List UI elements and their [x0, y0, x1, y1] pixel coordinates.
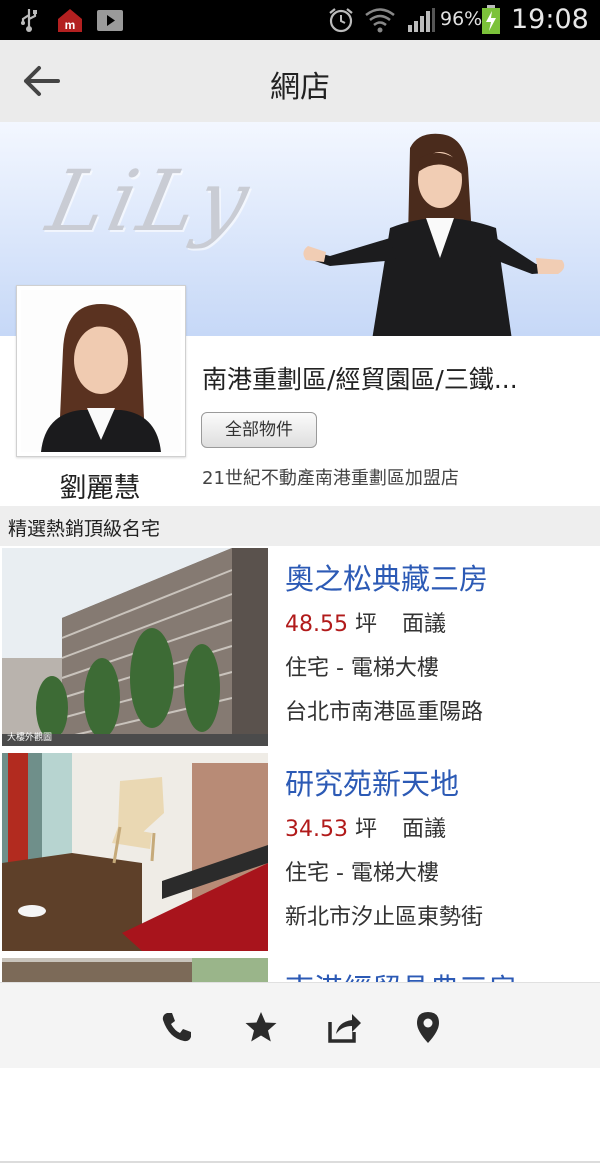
listing-address: 台北市南港區重陽路 — [285, 700, 484, 725]
listing-type: 住宅 - 電梯大樓 — [285, 656, 439, 681]
bottom-action-bar — [0, 982, 600, 1068]
action-bar: 網店 — [0, 40, 600, 122]
section-header: 精選熱銷頂級名宅 — [0, 506, 600, 547]
listing-size: 34.53 坪 面議 — [285, 811, 446, 843]
photo-caption: 大樓外觀圖 — [7, 733, 53, 743]
listing-item[interactable]: 研究苑新天地 34.53 坪 面議 住宅 - 電梯大樓 新北市汐止區東勢街 — [0, 751, 600, 958]
listing-photo: 大樓外觀圖 — [2, 548, 268, 746]
page-title: 網店 — [270, 70, 330, 105]
store-title: 南港重劃區/經貿園區/三鐵... — [202, 365, 518, 394]
listing-title: 奧之松典藏三房 — [285, 562, 489, 596]
listing-photo — [2, 753, 268, 951]
listing-type: 住宅 - 電梯大樓 — [285, 861, 439, 886]
clock: 19:08 — [511, 4, 589, 35]
alarm-icon — [326, 6, 356, 34]
location-pin-icon[interactable] — [410, 1009, 446, 1045]
share-icon[interactable] — [326, 1009, 362, 1045]
usb-icon — [18, 6, 40, 34]
agent-name: 劉麗慧 — [59, 473, 141, 504]
listing-item[interactable]: 大樓外觀圖 奧之松典藏三房 48.55 坪 面議 住宅 - 電梯大樓 台北市南港… — [0, 546, 600, 753]
listing-price: 面議 — [402, 817, 447, 842]
star-icon[interactable] — [243, 1009, 279, 1045]
agent-banner-photo — [303, 133, 565, 336]
size-unit: 坪 — [354, 612, 377, 637]
wifi-icon — [364, 6, 396, 34]
size-value: 34.53 — [285, 817, 348, 842]
listing-address: 新北市汐止區東勢街 — [285, 905, 484, 930]
phone-icon[interactable] — [158, 1009, 194, 1045]
all-listings-button[interactable]: 全部物件 — [201, 412, 317, 448]
listing-size: 48.55 坪 面議 — [285, 606, 446, 638]
svg-text:m: m — [65, 18, 76, 32]
avatar — [16, 285, 186, 457]
battery-charging-icon — [479, 5, 503, 34]
listing-title: 研究苑新天地 — [285, 767, 460, 801]
store-subtitle: 21世紀不動產南港重劃區加盟店 — [202, 468, 459, 489]
size-unit: 坪 — [354, 817, 377, 842]
section-title: 精選熱銷頂級名宅 — [8, 518, 161, 540]
banner-logo-text: LiLy — [39, 152, 261, 250]
play-store-icon — [95, 6, 125, 34]
app-notification-icon: m — [56, 6, 84, 34]
agent-photo — [21, 290, 181, 452]
listing-price: 面議 — [402, 612, 447, 637]
status-bar: m 96% 19:08 — [0, 0, 600, 40]
signal-icon — [406, 6, 436, 34]
battery-percent: 96% — [440, 8, 483, 30]
size-value: 48.55 — [285, 612, 348, 637]
